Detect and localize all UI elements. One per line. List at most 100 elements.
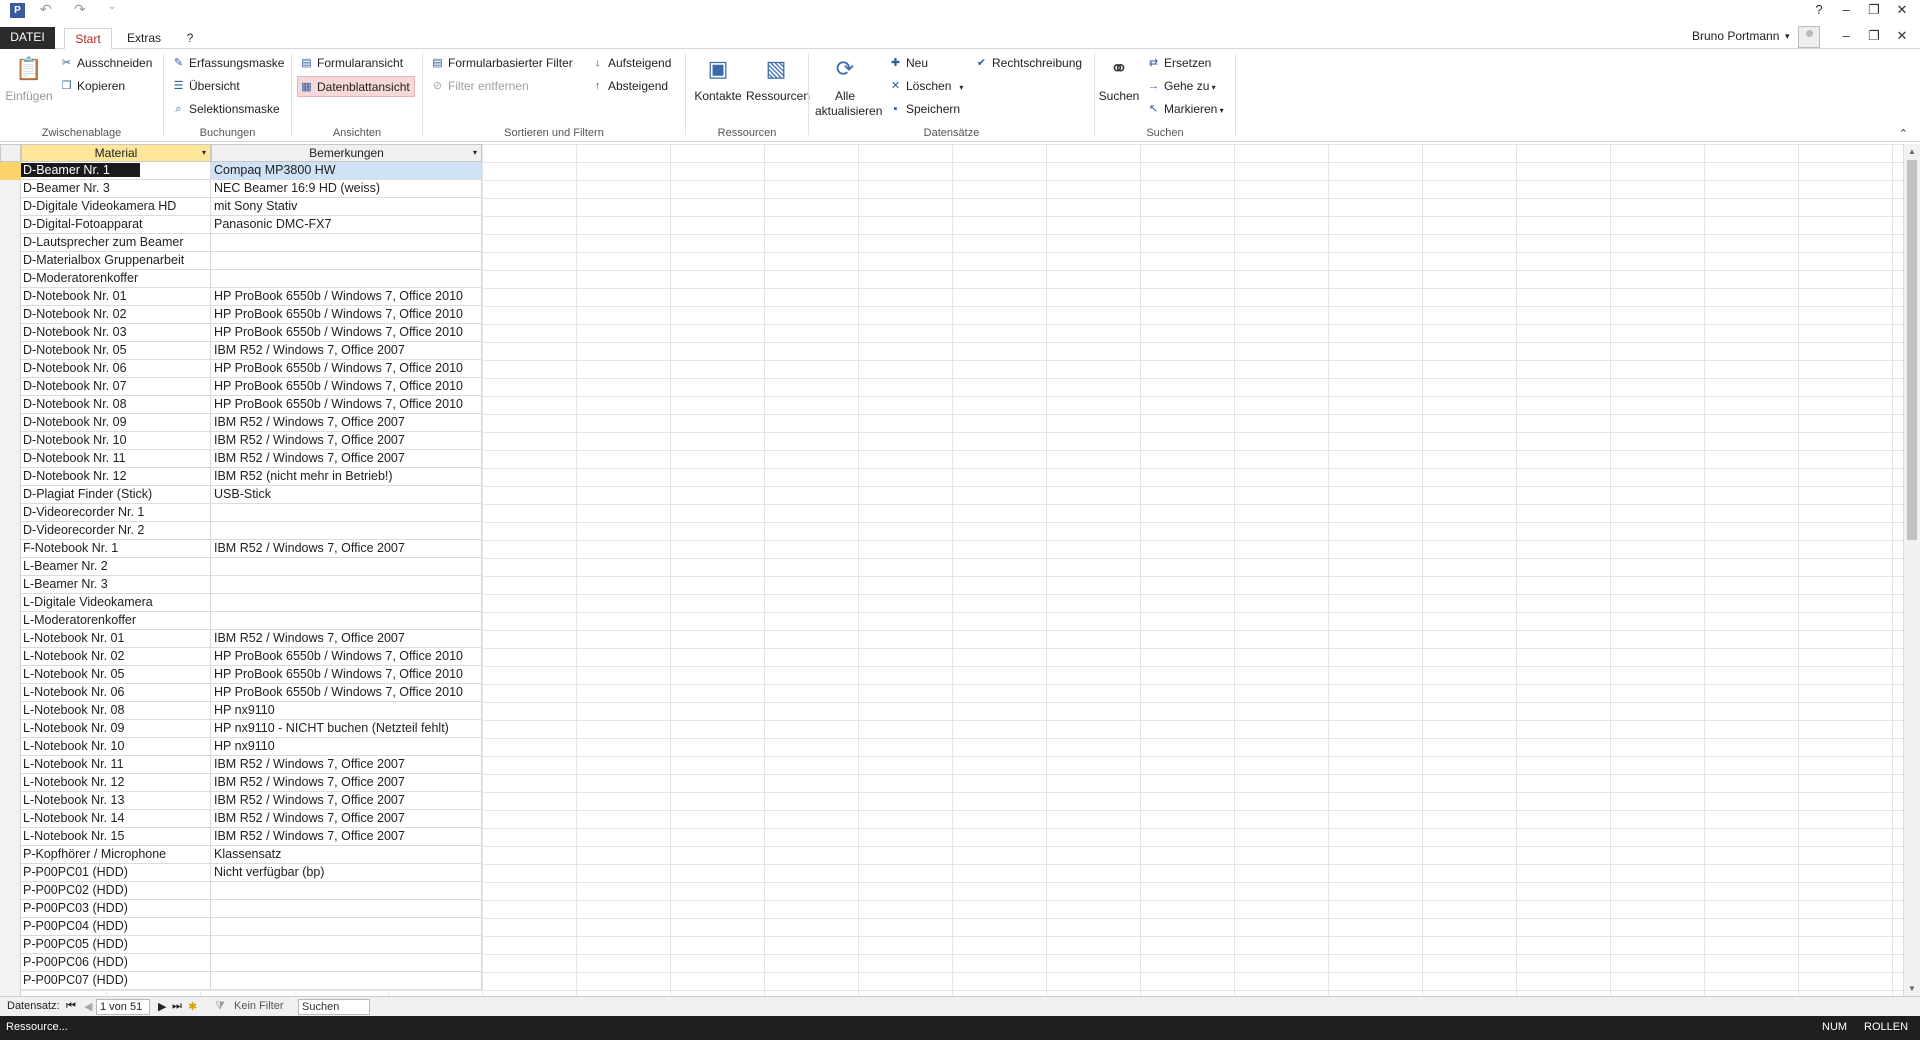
doc-restore-button[interactable]: ❐ — [1861, 26, 1887, 46]
find-button[interactable]: ⚭ Suchen — [1097, 53, 1141, 104]
table-row[interactable]: D-Notebook Nr. 07 HP ProBook 6550b / Wind… — [21, 378, 482, 396]
remarks-cell[interactable]: Nicht verfügbar (bp) — [211, 864, 482, 882]
table-row[interactable]: D-Notebook Nr. 09 IBM R52 / Windows 7, Of… — [21, 414, 482, 432]
doc-minimize-button[interactable]: – — [1833, 26, 1859, 46]
table-row[interactable]: D-Videorecorder Nr. 2 — [21, 522, 482, 540]
table-row[interactable]: L-Notebook Nr. 13 IBM R52 / Windows 7, Of… — [21, 792, 482, 810]
material-cell[interactable]: D-Moderatorenkoffer — [21, 270, 211, 288]
table-row[interactable]: L-Notebook Nr. 15 IBM R52 / Windows 7, Of… — [21, 828, 482, 846]
selection-mask-button[interactable]: ⌕ Selektionsmaske — [170, 99, 279, 120]
search-input[interactable]: Suchen — [298, 999, 370, 1015]
remarks-cell[interactable]: Panasonic DMC-FX7 — [211, 216, 482, 234]
new-record-nav-icon[interactable]: ✱ — [188, 1000, 197, 1013]
remarks-cell[interactable]: HP ProBook 6550b / Windows 7, Office 201… — [211, 666, 482, 684]
remarks-cell[interactable] — [211, 234, 482, 252]
table-row[interactable]: F-Notebook Nr. 1 IBM R52 / Windows 7, Off… — [21, 540, 482, 558]
column-header-remarks[interactable]: Bemerkungen ▾ — [211, 144, 482, 162]
scroll-up-icon[interactable]: ▲ — [1908, 147, 1916, 156]
table-row[interactable]: L-Beamer Nr. 3 — [21, 576, 482, 594]
material-cell[interactable]: D-Beamer Nr. 1 — [21, 162, 211, 180]
remarks-cell[interactable]: HP ProBook 6550b / Windows 7, Office 201… — [211, 378, 482, 396]
remarks-cell[interactable]: IBM R52 / Windows 7, Office 2007 — [211, 792, 482, 810]
material-cell[interactable]: L-Notebook Nr. 15 — [21, 828, 211, 846]
remarks-cell[interactable] — [211, 504, 482, 522]
minimize-button[interactable]: – — [1833, 0, 1859, 20]
material-cell[interactable]: P-P00PC02 (HDD) — [21, 882, 211, 900]
remarks-cell[interactable]: HP nx9110 — [211, 738, 482, 756]
table-row[interactable]: L-Notebook Nr. 05 HP ProBook 6550b / Wind… — [21, 666, 482, 684]
material-cell[interactable]: D-Notebook Nr. 08 — [21, 396, 211, 414]
remarks-cell[interactable]: IBM R52 / Windows 7, Office 2007 — [211, 342, 482, 360]
table-row[interactable]: P-P00PC07 (HDD) — [21, 972, 482, 990]
new-record-button[interactable]: ✚ Neu — [887, 53, 928, 74]
paste-button[interactable]: 📋 Einfügen — [4, 53, 54, 104]
remarks-cell[interactable]: IBM R52 / Windows 7, Office 2007 — [211, 432, 482, 450]
user-dropdown-icon[interactable]: ▾ — [1785, 31, 1790, 42]
table-row[interactable]: L-Beamer Nr. 2 — [21, 558, 482, 576]
remarks-cell[interactable]: HP ProBook 6550b / Windows 7, Office 201… — [211, 684, 482, 702]
tab-file[interactable]: DATEI — [0, 27, 55, 49]
material-cell[interactable]: D-Notebook Nr. 03 — [21, 324, 211, 342]
remarks-cell[interactable]: HP nx9110 - NICHT buchen (Netzteil fehlt… — [211, 720, 482, 738]
remarks-cell[interactable]: HP ProBook 6550b / Windows 7, Office 201… — [211, 324, 482, 342]
table-row[interactable]: P-P00PC05 (HDD) — [21, 936, 482, 954]
doc-close-button[interactable]: ✕ — [1889, 26, 1915, 46]
table-row[interactable]: L-Notebook Nr. 14 IBM R52 / Windows 7, Of… — [21, 810, 482, 828]
table-row[interactable]: D-Moderatorenkoffer — [21, 270, 482, 288]
resources-button[interactable]: ▧ Ressourcen — [746, 53, 810, 104]
material-cell[interactable]: L-Moderatorenkoffer — [21, 612, 211, 630]
material-cell[interactable]: D-Notebook Nr. 09 — [21, 414, 211, 432]
material-cell[interactable]: P-P00PC01 (HDD) — [21, 864, 211, 882]
material-cell[interactable]: L-Notebook Nr. 01 — [21, 630, 211, 648]
first-record-icon[interactable]: ⏮ — [66, 1000, 76, 1013]
table-row[interactable]: P-P00PC01 (HDD) Nicht verfügbar (bp) — [21, 864, 482, 882]
table-row[interactable]: L-Notebook Nr. 01 IBM R52 / Windows 7, Of… — [21, 630, 482, 648]
material-cell[interactable]: L-Notebook Nr. 13 — [21, 792, 211, 810]
tab-start[interactable]: Start — [64, 28, 112, 50]
current-record-marker[interactable] — [0, 162, 21, 180]
record-position-field[interactable]: 1 von 51 — [96, 999, 150, 1015]
remarks-cell[interactable] — [211, 972, 482, 990]
remarks-cell[interactable]: Compaq MP3800 HW — [211, 162, 482, 180]
refresh-all-button[interactable]: ⟳ Alle aktualisieren — [815, 53, 882, 119]
help-button[interactable]: ? — [1806, 0, 1832, 20]
remarks-cell[interactable] — [211, 252, 482, 270]
table-row[interactable]: D-Notebook Nr. 08 HP ProBook 6550b / Wind… — [21, 396, 482, 414]
remarks-cell[interactable] — [211, 612, 482, 630]
material-cell[interactable]: D-Plagiat Finder (Stick) — [21, 486, 211, 504]
remove-filter-button[interactable]: ⊘ Filter entfernen — [429, 76, 529, 97]
material-cell[interactable]: D-Notebook Nr. 06 — [21, 360, 211, 378]
material-cell[interactable]: D-Notebook Nr. 12 — [21, 468, 211, 486]
material-cell[interactable]: D-Beamer Nr. 3 — [21, 180, 211, 198]
restore-button[interactable]: ❐ — [1861, 0, 1887, 20]
material-cell[interactable]: D-Materialbox Gruppenarbeit — [21, 252, 211, 270]
user-name[interactable]: Bruno Portmann — [1692, 29, 1779, 43]
material-cell[interactable]: L-Notebook Nr. 10 — [21, 738, 211, 756]
remarks-cell[interactable] — [211, 594, 482, 612]
table-row[interactable]: D-Notebook Nr. 05 IBM R52 / Windows 7, Of… — [21, 342, 482, 360]
overview-button[interactable]: ☰ Übersicht — [170, 76, 240, 97]
next-record-icon[interactable]: ▶ — [158, 1000, 166, 1013]
remarks-cell[interactable] — [211, 270, 482, 288]
remarks-cell[interactable]: IBM R52 / Windows 7, Office 2007 — [211, 630, 482, 648]
material-cell[interactable]: D-Lautsprecher zum Beamer — [21, 234, 211, 252]
remarks-cell[interactable] — [211, 918, 482, 936]
last-record-icon[interactable]: ⏭ — [172, 1000, 182, 1013]
filter-status[interactable]: Kein Filter — [234, 1000, 284, 1012]
copy-button[interactable]: ❐ Kopieren — [58, 76, 125, 97]
form-filter-button[interactable]: ▤ Formularbasierter Filter — [429, 53, 572, 74]
sort-descending-button[interactable]: ↑ Absteigend — [589, 76, 668, 97]
remarks-cell[interactable]: HP ProBook 6550b / Windows 7, Office 201… — [211, 360, 482, 378]
select-button[interactable]: ↖ Markieren ▾ — [1145, 99, 1224, 120]
material-cell[interactable]: D-Digital-Fotoapparat — [21, 216, 211, 234]
remarks-cell[interactable]: NEC Beamer 16:9 HD (weiss) — [211, 180, 482, 198]
remarks-cell[interactable]: IBM R52 / Windows 7, Office 2007 — [211, 414, 482, 432]
customize-quick-access-icon[interactable]: ⌄ — [108, 1, 116, 12]
table-row[interactable]: D-Beamer Nr. 1 Compaq MP3800 HW — [0, 162, 482, 180]
material-cell[interactable]: D-Digitale Videokamera HD — [21, 198, 211, 216]
previous-record-icon[interactable]: ◀ — [84, 1000, 92, 1013]
spelling-button[interactable]: ✔ Rechtschreibung — [973, 53, 1082, 74]
table-row[interactable]: L-Notebook Nr. 12 IBM R52 / Windows 7, Of… — [21, 774, 482, 792]
scrollbar-thumb[interactable] — [1907, 160, 1917, 540]
material-cell[interactable]: L-Notebook Nr. 08 — [21, 702, 211, 720]
